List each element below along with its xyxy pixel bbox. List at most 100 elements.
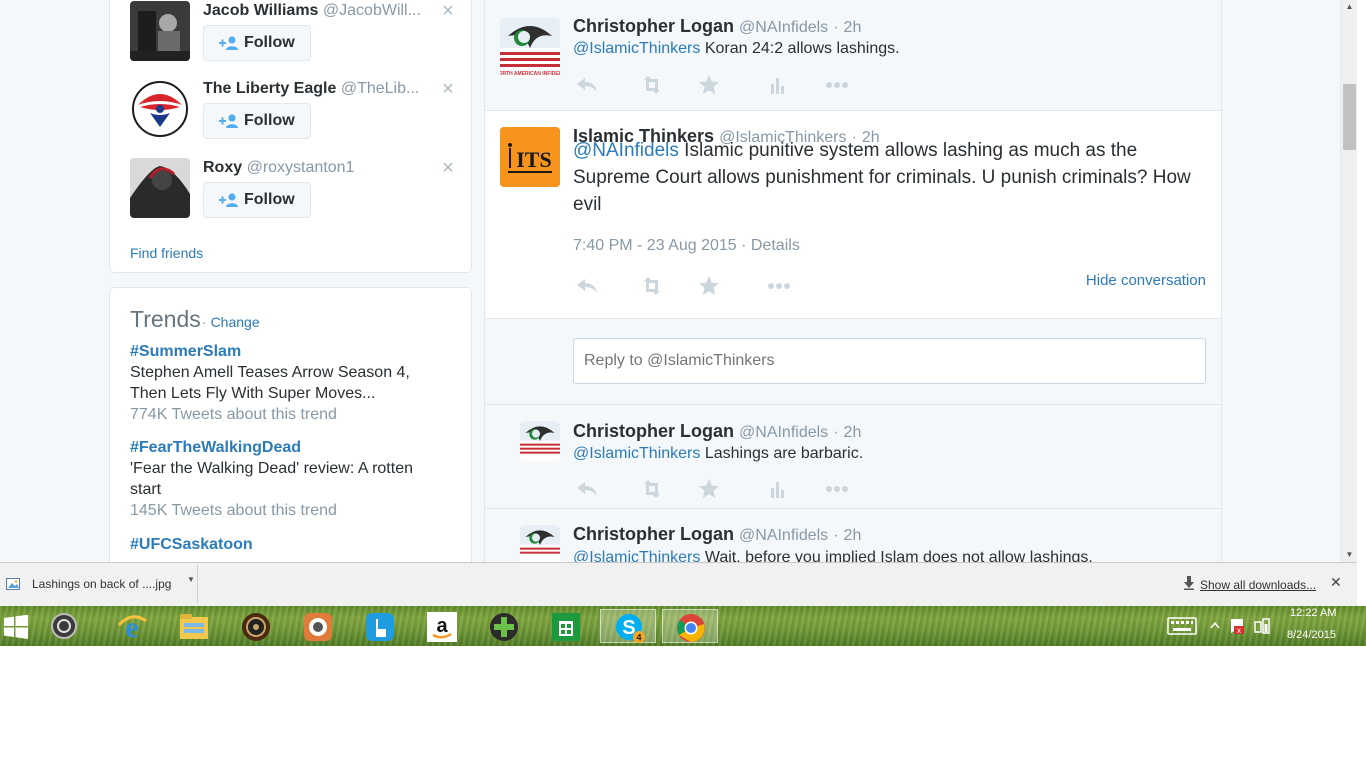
tweet-text-content: Wait, before you implied Islam does not … bbox=[700, 549, 1093, 562]
start-button[interactable] bbox=[0, 609, 34, 643]
action-center-flag-icon[interactable]: x bbox=[1228, 617, 1246, 635]
scroll-up-arrow-icon[interactable]: ▲ bbox=[1341, 0, 1357, 14]
disc-app-icon bbox=[51, 613, 77, 639]
tweet-author-name[interactable]: Christopher Logan bbox=[573, 16, 734, 36]
dismiss-icon[interactable]: × bbox=[440, 79, 456, 99]
tweet-author-name[interactable]: Christopher Logan bbox=[573, 524, 734, 544]
analytics-icon[interactable] bbox=[763, 478, 791, 500]
avatar[interactable]: NORTH AMERICAN INFIDELS bbox=[500, 18, 560, 78]
reply-icon[interactable] bbox=[573, 478, 601, 500]
suggestion-name-line[interactable]: Roxy @roxystanton1 bbox=[203, 158, 428, 178]
tweet-mention[interactable]: @IslamicThinkers bbox=[573, 445, 700, 462]
retweet-icon[interactable] bbox=[638, 74, 666, 96]
taskbar-app-disc[interactable] bbox=[36, 609, 92, 643]
tweet-time[interactable]: 2h bbox=[844, 527, 862, 544]
trend-tag[interactable]: #FearTheWalkingDead bbox=[130, 438, 440, 458]
retweet-icon[interactable] bbox=[638, 275, 666, 297]
taskbar-file-explorer[interactable] bbox=[166, 609, 222, 643]
taskbar-app-tv[interactable] bbox=[290, 609, 346, 643]
tweet[interactable]: NORTH AMERICAN INFIDELS Christopher Loga… bbox=[485, 0, 1221, 111]
tweet-mention[interactable]: @IslamicThinkers bbox=[573, 549, 700, 562]
taskbar-chrome[interactable] bbox=[662, 609, 718, 643]
suggestion-row: Roxy @roxystanton1 × Follow bbox=[130, 158, 460, 230]
follow-person-icon bbox=[219, 193, 238, 207]
power-plug-icon[interactable] bbox=[1252, 616, 1272, 636]
keyboard-icon[interactable] bbox=[1167, 617, 1197, 635]
chrome-icon bbox=[677, 614, 705, 642]
follow-button[interactable]: Follow bbox=[203, 103, 311, 139]
trends-change-link[interactable]: · Change bbox=[202, 314, 260, 330]
window-edge bbox=[1357, 0, 1366, 606]
more-options-icon[interactable] bbox=[823, 478, 851, 500]
tweet-text: @NAInfidels Islamic punitive system allo… bbox=[573, 137, 1213, 218]
trend-tag[interactable]: #SummerSlam bbox=[130, 342, 440, 362]
hide-conversation-link[interactable]: Hide conversation bbox=[1086, 272, 1206, 289]
find-friends-link[interactable]: Find friends bbox=[130, 245, 203, 261]
taskbar-internet-explorer[interactable]: e bbox=[104, 609, 160, 643]
analytics-icon[interactable] bbox=[763, 74, 791, 96]
download-item[interactable]: Lashings on back of ....jpg ▼ bbox=[0, 565, 198, 603]
trend-count: 774K Tweets about this trend bbox=[130, 406, 337, 423]
avatar[interactable] bbox=[520, 421, 560, 461]
more-options-icon[interactable] bbox=[823, 74, 851, 96]
conversation-timeline: NORTH AMERICAN INFIDELS Christopher Loga… bbox=[484, 0, 1222, 562]
tweet-author-handle[interactable]: @NAInfidels bbox=[739, 424, 828, 441]
avatar[interactable]: ITS bbox=[500, 127, 560, 187]
more-options-icon[interactable] bbox=[765, 275, 793, 297]
taskbar-app-touch[interactable] bbox=[352, 609, 408, 643]
reply-icon[interactable] bbox=[573, 275, 601, 297]
tweet-reply[interactable]: Christopher Logan @NAInfidels · 2h @Isla… bbox=[485, 405, 1221, 509]
vertical-scrollbar[interactable]: ▲ ▼ bbox=[1340, 0, 1357, 562]
favorite-star-icon[interactable] bbox=[695, 478, 723, 500]
trend-description[interactable]: Stephen Amell Teases Arrow Season 4, The… bbox=[130, 362, 440, 404]
who-to-follow-card: Jacob Williams @JacobWill... × Follow Th… bbox=[109, 0, 472, 273]
tweet-separator: · bbox=[833, 19, 839, 36]
follow-button[interactable]: Follow bbox=[203, 25, 311, 61]
dismiss-icon[interactable]: × bbox=[440, 1, 456, 21]
tweet-time[interactable]: 2h bbox=[844, 19, 862, 36]
download-menu-caret-icon[interactable]: ▼ bbox=[187, 575, 195, 584]
tweet-author-name[interactable]: Christopher Logan bbox=[573, 421, 734, 441]
tweet-time[interactable]: 2h bbox=[844, 424, 862, 441]
svg-text:x: x bbox=[1237, 626, 1241, 635]
scrollbar-thumb[interactable] bbox=[1343, 84, 1356, 150]
tweet-author-handle[interactable]: @NAInfidels bbox=[739, 19, 828, 36]
favorite-star-icon[interactable] bbox=[695, 275, 723, 297]
show-all-downloads-link[interactable]: Show all downloads... bbox=[1200, 578, 1316, 592]
tweet-focused[interactable]: ITS Islamic Thinkers @IslamicThinkers · … bbox=[485, 111, 1221, 319]
taskbar-store[interactable] bbox=[538, 609, 594, 643]
taskbar-clock-date[interactable]: 8/24/2015 bbox=[1287, 629, 1336, 641]
trend-tag[interactable]: #UFCSaskatoon bbox=[130, 535, 440, 555]
reply-icon[interactable] bbox=[573, 74, 601, 96]
scroll-down-arrow-icon[interactable]: ▼ bbox=[1341, 548, 1357, 562]
close-download-shelf-icon[interactable]: ✕ bbox=[1330, 574, 1342, 591]
avatar[interactable] bbox=[130, 158, 190, 218]
dismiss-icon[interactable]: × bbox=[440, 158, 456, 178]
trends-card: Trends · Change #SummerSlam Stephen Amel… bbox=[109, 287, 472, 562]
download-arrow-icon bbox=[1184, 576, 1194, 590]
suggestion-name-line[interactable]: Jacob Williams @JacobWill... bbox=[203, 1, 428, 21]
trend-description[interactable]: 'Fear the Walking Dead' review: A rotten… bbox=[130, 458, 440, 500]
taskbar-app-plus[interactable] bbox=[476, 609, 532, 643]
tweet-reply[interactable]: Christopher Logan @NAInfidels · 2h @Isla… bbox=[485, 509, 1221, 562]
reply-input[interactable] bbox=[573, 338, 1206, 384]
taskbar-clock-time[interactable]: 12:22 AM bbox=[1290, 607, 1336, 619]
details-link[interactable]: Details bbox=[751, 237, 800, 254]
avatar[interactable] bbox=[130, 1, 190, 61]
taskbar-amazon[interactable]: a bbox=[414, 609, 470, 643]
taskbar-media-player[interactable] bbox=[228, 609, 284, 643]
show-hidden-icons-chevron-icon[interactable] bbox=[1210, 621, 1220, 629]
tweet-mention[interactable]: @NAInfidels bbox=[573, 140, 679, 161]
trend-count: 145K Tweets about this trend bbox=[130, 502, 337, 519]
tweet-full-timestamp[interactable]: 7:40 PM - 23 Aug 2015 bbox=[573, 237, 737, 254]
retweet-icon[interactable] bbox=[638, 478, 666, 500]
tweet-mention[interactable]: @IslamicThinkers bbox=[573, 40, 700, 57]
follow-button[interactable]: Follow bbox=[203, 182, 311, 218]
avatar[interactable] bbox=[520, 525, 560, 562]
store-icon bbox=[552, 613, 580, 641]
suggestion-name-line[interactable]: The Liberty Eagle @TheLib... bbox=[203, 79, 428, 99]
taskbar-skype[interactable]: S4 bbox=[600, 609, 656, 643]
favorite-star-icon[interactable] bbox=[695, 74, 723, 96]
tweet-author-handle[interactable]: @NAInfidels bbox=[739, 527, 828, 544]
avatar[interactable] bbox=[130, 79, 190, 139]
